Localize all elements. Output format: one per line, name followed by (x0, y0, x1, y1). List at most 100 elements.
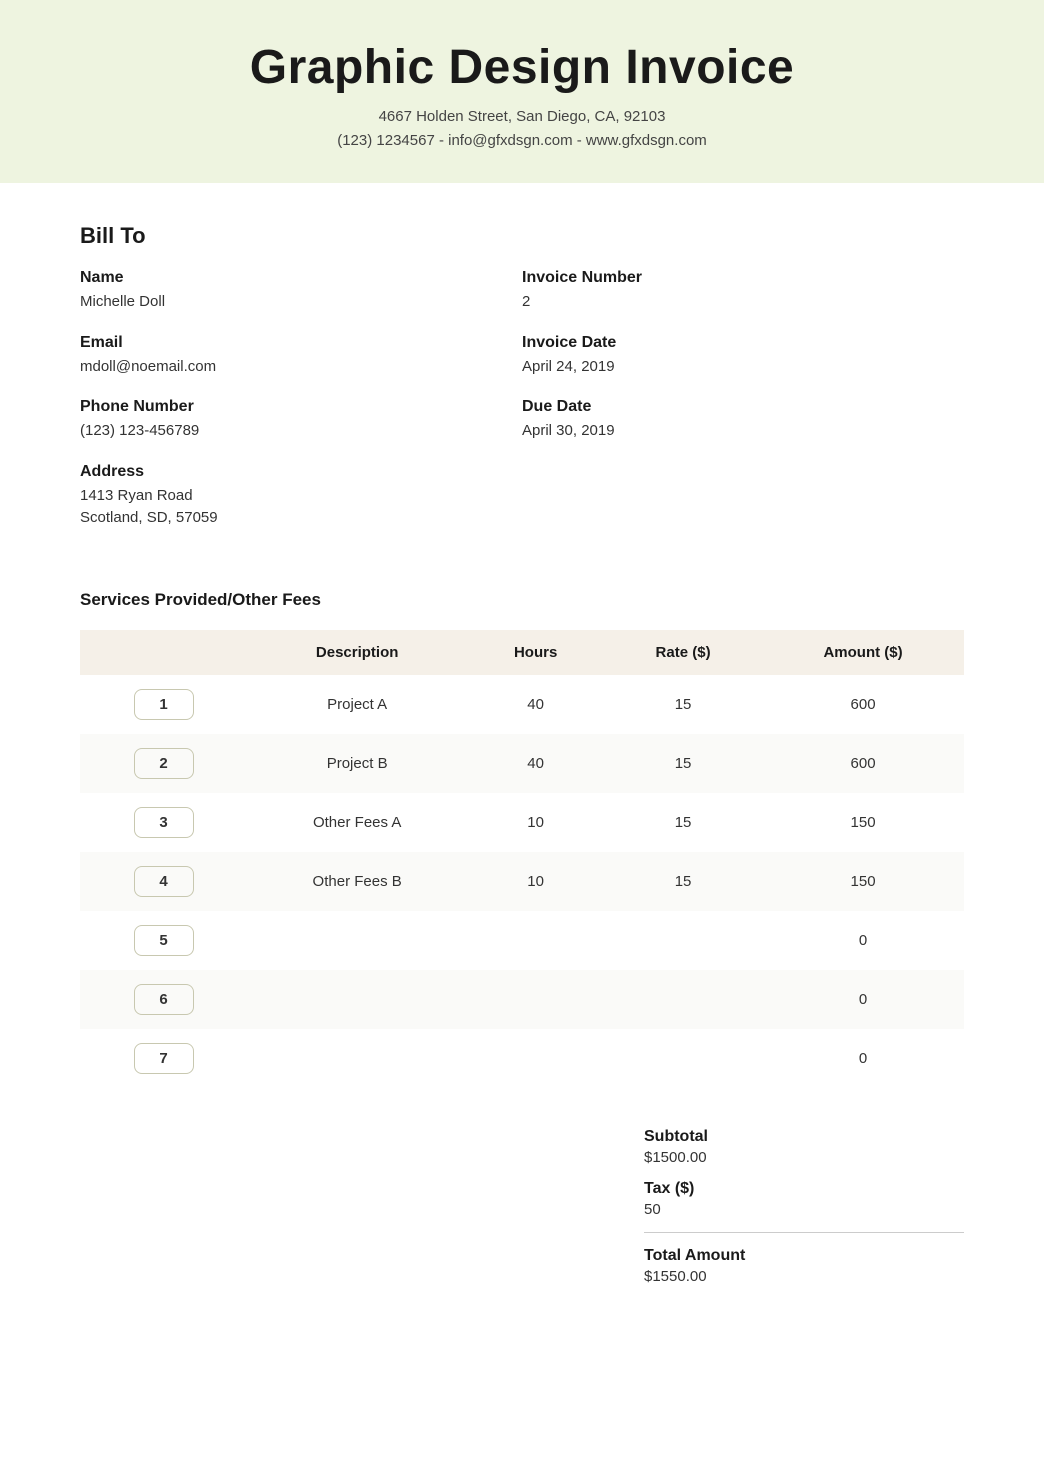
total-amount-value: $1550.00 (644, 1268, 964, 1285)
bill-to-title: Bill To (80, 223, 964, 249)
totals-section: Subtotal $1500.00 Tax ($) 50 Total Amoun… (80, 1128, 964, 1299)
table-header-row: Description Hours Rate ($) Amount ($) (80, 630, 964, 675)
email-label: Email (80, 334, 522, 352)
subtotal-value: $1500.00 (644, 1149, 964, 1166)
table-row: 60 (80, 970, 964, 1029)
row-description: Other Fees A (247, 793, 467, 852)
row-hours (467, 970, 604, 1029)
header-address-line2: (123) 1234567 - info@gfxdsgn.com - www.g… (20, 129, 1024, 153)
row-num-cell: 6 (80, 970, 247, 1029)
header: Graphic Design Invoice 4667 Holden Stree… (0, 0, 1044, 183)
row-amount: 150 (762, 852, 964, 911)
row-rate (604, 911, 762, 970)
row-rate (604, 970, 762, 1029)
address-label: Address (80, 463, 522, 481)
row-hours: 10 (467, 793, 604, 852)
services-title: Services Provided/Other Fees (80, 590, 964, 610)
col-header-num (80, 630, 247, 675)
col-header-description: Description (247, 630, 467, 675)
row-description: Other Fees B (247, 852, 467, 911)
name-value: Michelle Doll (80, 291, 522, 314)
client-name-block: Name Michelle Doll (80, 269, 522, 314)
row-num-cell: 7 (80, 1029, 247, 1088)
row-amount: 600 (762, 675, 964, 734)
table-row: 1 Project A4015600 (80, 675, 964, 734)
content: Bill To Name Michelle Doll Email mdoll@n… (0, 183, 1044, 1339)
row-rate (604, 1029, 762, 1088)
table-row: 2 Project B4015600 (80, 734, 964, 793)
row-rate: 15 (604, 675, 762, 734)
row-rate: 15 (604, 793, 762, 852)
row-hours: 40 (467, 675, 604, 734)
table-row: 3 Other Fees A1015150 (80, 793, 964, 852)
row-num-cell: 5 (80, 911, 247, 970)
row-description (247, 911, 467, 970)
row-description: Project B (247, 734, 467, 793)
tax-row: Tax ($) 50 (644, 1180, 964, 1218)
subtotal-row: Subtotal $1500.00 (644, 1128, 964, 1166)
name-label: Name (80, 269, 522, 287)
invoice-table: Description Hours Rate ($) Amount ($) 1 P… (80, 630, 964, 1088)
row-rate: 15 (604, 734, 762, 793)
row-hours: 40 (467, 734, 604, 793)
row-amount: 0 (762, 1029, 964, 1088)
row-number: 2 (134, 748, 194, 779)
row-description: Project A (247, 675, 467, 734)
due-date-label: Due Date (522, 398, 964, 416)
row-num-cell: 2 (80, 734, 247, 793)
tax-value: 50 (644, 1201, 964, 1218)
invoice-number-label: Invoice Number (522, 269, 964, 287)
row-hours (467, 911, 604, 970)
row-amount: 150 (762, 793, 964, 852)
row-hours: 10 (467, 852, 604, 911)
client-address-block: Address 1413 Ryan RoadScotland, SD, 5705… (80, 463, 522, 530)
row-number: 5 (134, 925, 194, 956)
row-num-cell: 4 (80, 852, 247, 911)
invoice-date-label: Invoice Date (522, 334, 964, 352)
due-date-value: April 30, 2019 (522, 420, 964, 443)
row-hours (467, 1029, 604, 1088)
row-number: 7 (134, 1043, 194, 1074)
row-amount: 600 (762, 734, 964, 793)
row-number: 4 (134, 866, 194, 897)
email-value: mdoll@noemail.com (80, 356, 522, 379)
subtotal-label: Subtotal (644, 1128, 964, 1146)
invoice-date-block: Invoice Date April 24, 2019 (522, 334, 964, 379)
page-title: Graphic Design Invoice (20, 40, 1024, 95)
row-rate: 15 (604, 852, 762, 911)
invoice-number-value: 2 (522, 291, 964, 314)
due-date-block: Due Date April 30, 2019 (522, 398, 964, 443)
invoice-number-block: Invoice Number 2 (522, 269, 964, 314)
bill-to-grid: Name Michelle Doll Email mdoll@noemail.c… (80, 269, 964, 550)
tax-label: Tax ($) (644, 1180, 964, 1198)
total-amount-row: Total Amount $1550.00 (644, 1247, 964, 1285)
phone-label: Phone Number (80, 398, 522, 416)
client-email-block: Email mdoll@noemail.com (80, 334, 522, 379)
row-number: 6 (134, 984, 194, 1015)
bill-to-section: Bill To Name Michelle Doll Email mdoll@n… (80, 223, 964, 550)
row-description (247, 970, 467, 1029)
header-address-line1: 4667 Holden Street, San Diego, CA, 92103 (20, 105, 1024, 129)
row-num-cell: 1 (80, 675, 247, 734)
row-description (247, 1029, 467, 1088)
totals-box: Subtotal $1500.00 Tax ($) 50 Total Amoun… (644, 1128, 964, 1299)
invoice-date-value: April 24, 2019 (522, 356, 964, 379)
bill-to-right: Invoice Number 2 Invoice Date April 24, … (522, 269, 964, 550)
row-num-cell: 3 (80, 793, 247, 852)
total-amount-label: Total Amount (644, 1247, 964, 1265)
services-section: Services Provided/Other Fees Description… (80, 590, 964, 1088)
phone-value: (123) 123-456789 (80, 420, 522, 443)
table-row: 4 Other Fees B1015150 (80, 852, 964, 911)
header-address: 4667 Holden Street, San Diego, CA, 92103… (20, 105, 1024, 153)
bill-to-left: Name Michelle Doll Email mdoll@noemail.c… (80, 269, 522, 550)
row-number: 3 (134, 807, 194, 838)
col-header-hours: Hours (467, 630, 604, 675)
row-amount: 0 (762, 911, 964, 970)
col-header-amount: Amount ($) (762, 630, 964, 675)
totals-divider (644, 1232, 964, 1233)
table-row: 70 (80, 1029, 964, 1088)
client-phone-block: Phone Number (123) 123-456789 (80, 398, 522, 443)
row-number: 1 (134, 689, 194, 720)
address-value: 1413 Ryan RoadScotland, SD, 57059 (80, 485, 522, 530)
row-amount: 0 (762, 970, 964, 1029)
